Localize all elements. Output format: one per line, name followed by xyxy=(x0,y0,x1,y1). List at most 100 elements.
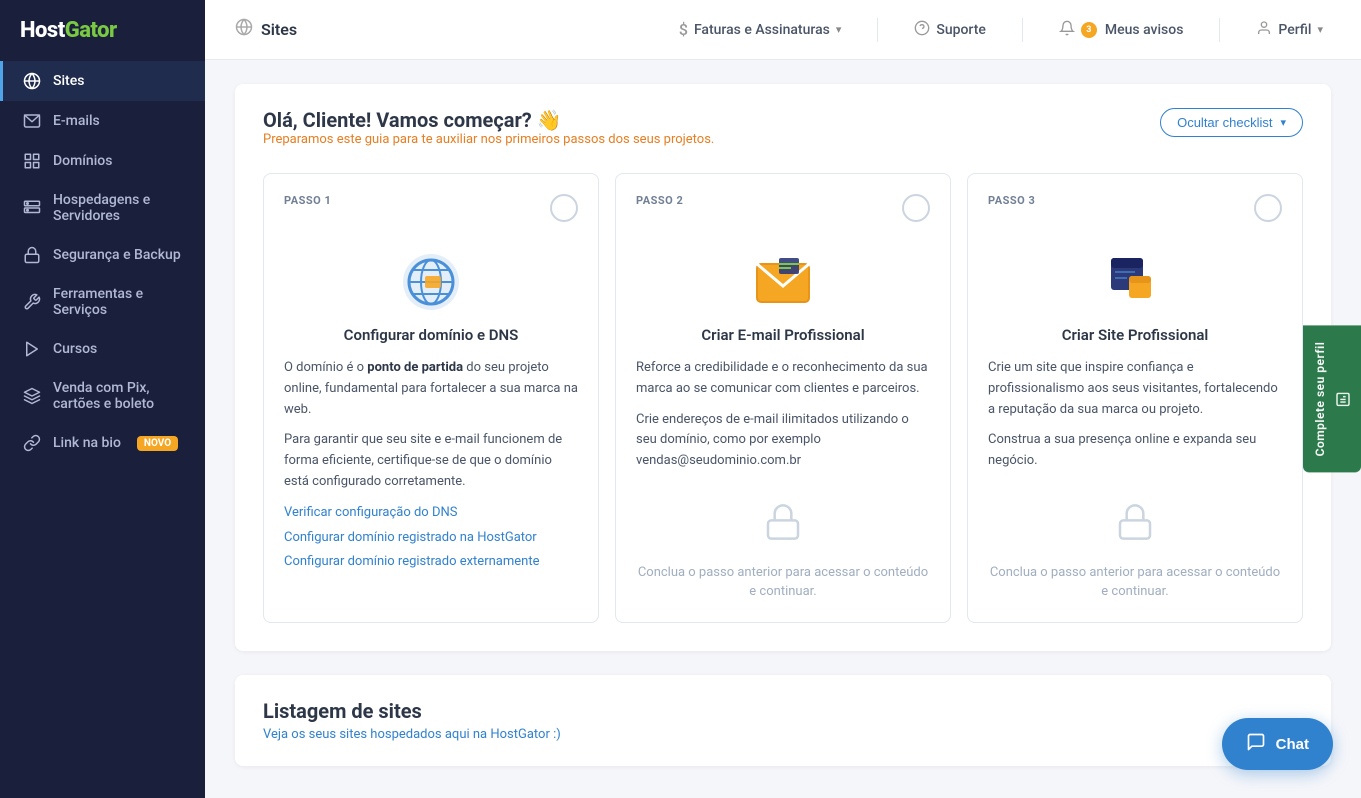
step-2-circle xyxy=(902,194,930,222)
step-1-link-2[interactable]: Configurar domínio registrado na HostGat… xyxy=(284,528,578,549)
sidebar: HostGator Sites E-mails Domínios Hosped xyxy=(0,0,205,798)
topbar: Sites $ Faturas e Assinaturas ▾ Suporte … xyxy=(205,0,1361,60)
listagem-subtitle-suffix: :) xyxy=(550,727,561,742)
divider-2 xyxy=(1022,18,1023,42)
sidebar-label-hospedagens: Hospedagens e Servidores xyxy=(53,192,185,224)
sidebar-label-ferramentas: Ferramentas e Serviços xyxy=(53,286,185,318)
perfil-chevron: ▾ xyxy=(1317,23,1323,36)
faturas-chevron: ▾ xyxy=(836,23,842,36)
lock-2-icon xyxy=(763,502,803,551)
link-icon xyxy=(23,434,41,452)
page-title-area: Sites xyxy=(235,18,297,41)
avisos-menu[interactable]: 3 Meus avisos xyxy=(1051,20,1192,40)
lock-icon xyxy=(23,246,41,264)
email-icon xyxy=(751,250,815,314)
user-icon xyxy=(1256,20,1272,40)
globe-icon xyxy=(23,72,41,90)
step-1-link-3[interactable]: Configurar domínio registrado externamen… xyxy=(284,552,578,573)
step-1-circle xyxy=(550,194,578,222)
step-3-icon xyxy=(988,234,1282,326)
complete-profile-icon xyxy=(1335,391,1351,407)
step-2-title: Criar E-mail Profissional xyxy=(636,326,930,344)
perfil-menu[interactable]: Perfil ▾ xyxy=(1248,20,1331,40)
ocultar-chevron: ▾ xyxy=(1280,116,1286,129)
credit-icon xyxy=(23,387,41,405)
play-icon xyxy=(23,340,41,358)
listagem-subtitle-prefix: Veja os seus sites hospedados aqui na xyxy=(263,727,490,742)
sidebar-item-cursos[interactable]: Cursos xyxy=(0,329,205,369)
step-3-title: Criar Site Profissional xyxy=(988,326,1282,344)
step-1-label: PASSO 1 xyxy=(284,194,331,207)
chat-icon xyxy=(1246,732,1266,756)
sidebar-item-sites[interactable]: Sites xyxy=(0,61,205,101)
step-1-header: PASSO 1 xyxy=(284,194,578,222)
step-card-2: PASSO 2 Criar E xyxy=(615,173,951,623)
ocultar-checklist-button[interactable]: Ocultar checklist ▾ xyxy=(1160,108,1303,137)
step-2-body-visible: Reforce a credibilidade e o reconhecimen… xyxy=(636,358,930,482)
step-2-lock-text: Conclua o passo anterior para acessar o … xyxy=(636,563,930,602)
notification-badge: 3 xyxy=(1081,22,1097,38)
step-2-label: PASSO 2 xyxy=(636,194,683,207)
sidebar-item-ferramentas[interactable]: Ferramentas e Serviços xyxy=(0,275,205,329)
divider-3 xyxy=(1219,18,1220,42)
site-icon xyxy=(1103,250,1167,314)
step-1-body: O domínio é o ponto de partida do seu pr… xyxy=(284,358,578,573)
chat-button[interactable]: Chat xyxy=(1222,718,1333,770)
step-3-header: PASSO 3 xyxy=(988,194,1282,222)
welcome-texts: Olá, Cliente! Vamos começar? 👋 Preparamo… xyxy=(263,108,714,167)
step-3-circle xyxy=(1254,194,1282,222)
step-3-p1: Crie um site que inspire confiança e pro… xyxy=(988,358,1282,420)
lock-3-icon xyxy=(1115,502,1155,551)
sidebar-item-seguranca[interactable]: Segurança e Backup xyxy=(0,235,205,275)
welcome-subtitle: Preparamos este guia para te auxiliar no… xyxy=(263,132,714,147)
step-1-p2: Para garantir que seu site e e-mail func… xyxy=(284,430,578,492)
sidebar-item-linkbio[interactable]: Link na bio NOVO xyxy=(0,423,205,463)
suporte-label: Suporte xyxy=(936,22,986,38)
brand-logo: HostGator xyxy=(0,0,205,61)
welcome-title: Olá, Cliente! Vamos começar? 👋 xyxy=(263,108,714,132)
server-icon xyxy=(23,199,41,217)
step-card-1: PASSO 1 xyxy=(263,173,599,623)
page-title: Sites xyxy=(261,20,297,39)
listagem-section: Listagem de sites Veja os seus sites hos… xyxy=(235,675,1331,766)
dollar-icon: $ xyxy=(679,20,688,39)
sidebar-nav: Sites E-mails Domínios Hospedagens e Ser… xyxy=(0,61,205,798)
step-2-p2: Crie endereços de e-mail ilimitados util… xyxy=(636,410,930,472)
avisos-label: Meus avisos xyxy=(1105,22,1184,38)
sidebar-item-venda[interactable]: Venda com Pix, cartões e boleto xyxy=(0,369,205,423)
step-3-p2: Construa a sua presença online e expanda… xyxy=(988,430,1282,472)
bell-icon xyxy=(1059,20,1075,40)
step-1-link-1[interactable]: Verificar configuração do DNS xyxy=(284,503,578,524)
welcome-header: Olá, Cliente! Vamos começar? 👋 Preparamo… xyxy=(263,108,1303,167)
listagem-brand: HostGator xyxy=(490,727,550,742)
step-3-body-visible: Crie um site que inspire confiança e pro… xyxy=(988,358,1282,482)
step-3-lock: Conclua o passo anterior para acessar o … xyxy=(988,502,1282,602)
page-globe-icon xyxy=(235,18,253,41)
faturas-label: Faturas e Assinaturas xyxy=(694,22,830,38)
grid-icon xyxy=(23,152,41,170)
step-2-icon xyxy=(636,234,930,326)
new-badge: NOVO xyxy=(137,436,178,451)
complete-profile-tab[interactable]: Complete seu perfil xyxy=(1303,326,1361,473)
content-area: Olá, Cliente! Vamos começar? 👋 Preparamo… xyxy=(205,60,1361,798)
suporte-menu[interactable]: Suporte xyxy=(906,20,994,40)
sidebar-item-dominios[interactable]: Domínios xyxy=(0,141,205,181)
welcome-card: Olá, Cliente! Vamos começar? 👋 Preparamo… xyxy=(235,84,1331,651)
topbar-nav: $ Faturas e Assinaturas ▾ Suporte 3 Meus… xyxy=(671,18,1331,42)
ocultar-label: Ocultar checklist xyxy=(1177,115,1272,130)
step-card-3: PASSO 3 Criar S xyxy=(967,173,1303,623)
faturas-menu[interactable]: $ Faturas e Assinaturas ▾ xyxy=(671,20,850,39)
step-3-label: PASSO 3 xyxy=(988,194,1035,207)
sidebar-label-sites: Sites xyxy=(53,73,84,89)
sidebar-label-seguranca: Segurança e Backup xyxy=(53,247,181,263)
sidebar-item-emails[interactable]: E-mails xyxy=(0,101,205,141)
sidebar-label-linkbio: Link na bio xyxy=(53,435,121,451)
sidebar-item-hospedagens[interactable]: Hospedagens e Servidores xyxy=(0,181,205,235)
dns-icon xyxy=(399,250,463,314)
sidebar-label-venda: Venda com Pix, cartões e boleto xyxy=(53,380,185,412)
sidebar-label-cursos: Cursos xyxy=(53,341,97,357)
step-1-bold: ponto de partida xyxy=(367,360,463,375)
chat-label: Chat xyxy=(1276,736,1309,753)
main-area: Sites $ Faturas e Assinaturas ▾ Suporte … xyxy=(205,0,1361,798)
steps-grid: PASSO 1 xyxy=(263,173,1303,623)
